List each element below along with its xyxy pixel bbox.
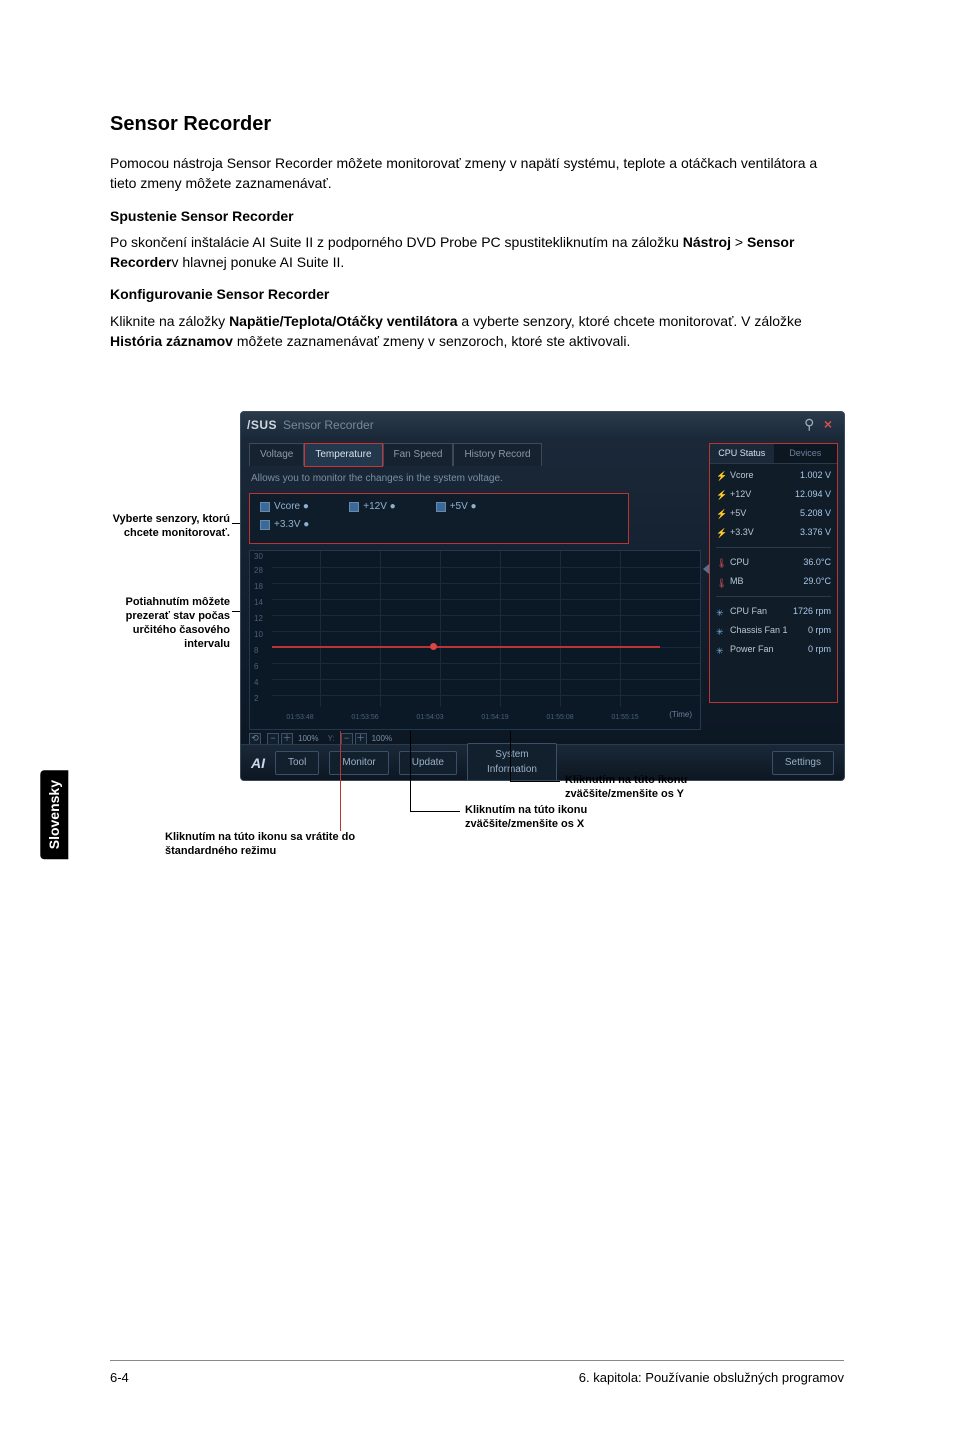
zoom-y-in-icon[interactable]: ＋ [355, 733, 367, 745]
status-tab-cpu[interactable]: CPU Status [710, 444, 774, 464]
launch-paragraph: Po skončení inštalácie AI Suite II z pod… [110, 232, 844, 273]
bolt-icon: ⚡ [716, 508, 726, 518]
bolt-icon: ⚡ [716, 489, 726, 499]
zoom-x-out-icon[interactable]: − [267, 733, 279, 745]
y-tick: 2 [254, 693, 258, 705]
chart-series-line [272, 646, 660, 648]
figure: Vyberte senzory, ktorú chcete monitorova… [110, 411, 845, 881]
x-tick: 01:54:03 [416, 713, 443, 723]
checkbox-vcore[interactable]: Vcore ● [260, 500, 309, 515]
zoom-x-in-icon[interactable]: ＋ [281, 733, 293, 745]
y-tick: 10 [254, 629, 263, 641]
x-tick: 01:53:56 [351, 713, 378, 723]
language-tab: Slovensky [40, 770, 68, 859]
collapse-arrow-icon[interactable] [703, 564, 709, 574]
y-tick: 12 [254, 613, 263, 625]
brand-logo: /SUS [247, 417, 277, 434]
status-row: ⚡+3.3V3.376 V [716, 526, 831, 539]
x-tick: 01:53:48 [286, 713, 313, 723]
status-row: ✳Chassis Fan 10 rpm [716, 624, 831, 637]
fan-icon: ✳ [716, 645, 726, 655]
x-tick: 01:54:19 [481, 713, 508, 723]
config-paragraph: Kliknite na záložky Napätie/Teplota/Otáč… [110, 311, 844, 352]
bolt-icon: ⚡ [716, 527, 726, 537]
chart-current-point [430, 643, 437, 650]
status-row: ✳CPU Fan1726 rpm [716, 605, 831, 618]
status-list: ⚡Vcore1.002 V ⚡+12V12.094 V ⚡+5V5.208 V … [710, 464, 837, 661]
ai-logo-icon: AI [251, 753, 265, 773]
status-row: 🌡CPU36.0°C [716, 556, 831, 569]
y-tick: 18 [254, 581, 263, 593]
chart-now-label: (Time) [669, 709, 692, 721]
status-row: ⚡+12V12.094 V [716, 488, 831, 501]
monitor-button[interactable]: Monitor [329, 751, 388, 776]
checkbox-12v[interactable]: +12V ● [349, 500, 395, 515]
x-tick: 01:55:08 [546, 713, 573, 723]
x-tick: 01:55:15 [611, 713, 638, 723]
sensor-chart[interactable]: 30 28 18 14 12 10 8 6 4 2 [249, 550, 701, 730]
config-heading: Konfigurovanie Sensor Recorder [110, 284, 844, 304]
status-row: ⚡Vcore1.002 V [716, 469, 831, 482]
y-tick: 28 [254, 565, 263, 577]
sensor-checkbox-group: Vcore ● +3.3V ● +12V ● +5V ● [249, 493, 629, 544]
zoom-y-out-icon[interactable]: − [341, 733, 353, 745]
zoom-y-value: 100% [369, 733, 395, 745]
status-row: ✳Power Fan0 rpm [716, 643, 831, 656]
update-button[interactable]: Update [399, 751, 457, 776]
callout-zoom-y: Kliknutím na túto ikonu zväčšite/zmenšit… [565, 774, 765, 802]
tab-strip: Voltage Temperature Fan Speed History Re… [249, 443, 701, 467]
checkbox-3v3[interactable]: +3.3V ● [260, 518, 309, 533]
pin-icon[interactable]: ⚲ [801, 416, 817, 432]
status-row: ⚡+5V5.208 V [716, 507, 831, 520]
sensor-recorder-window: /SUS Sensor Recorder ⚲ × Voltage Tempera… [240, 411, 845, 781]
zoom-x-value: 100% [295, 733, 321, 745]
y-tick: 30 [254, 551, 263, 563]
intro-paragraph: Pomocou nástroja Sensor Recorder môžete … [110, 153, 844, 194]
fan-icon: ✳ [716, 607, 726, 617]
tab-history-record[interactable]: History Record [453, 443, 541, 467]
y-tick: 4 [254, 677, 258, 689]
thermometer-icon: 🌡 [716, 557, 726, 567]
close-icon[interactable]: × [820, 416, 836, 432]
tab-voltage[interactable]: Voltage [249, 443, 304, 467]
tab-description: Allows you to monitor the changes in the… [251, 472, 701, 487]
launch-heading: Spustenie Sensor Recorder [110, 206, 844, 226]
status-row: 🌡MB29.0°C [716, 575, 831, 588]
thermometer-icon: 🌡 [716, 577, 726, 587]
callout-select-sensors: Vyberte senzory, ktorú chcete monitorova… [90, 513, 230, 541]
bolt-icon: ⚡ [716, 470, 726, 480]
system-info-button[interactable]: System Information [467, 743, 557, 781]
callout-reset-zoom: Kliknutím na túto ikonu sa vrátite do št… [165, 831, 405, 859]
chapter-name: 6. kapitola: Používanie obslužných progr… [579, 1369, 844, 1388]
status-panel: CPU Status Devices ⚡Vcore1.002 V ⚡+12V12… [709, 443, 838, 703]
y-tick: 14 [254, 597, 263, 609]
checkbox-5v[interactable]: +5V ● [436, 500, 477, 515]
page-number: 6-4 [110, 1369, 129, 1388]
settings-button[interactable]: Settings [772, 751, 834, 776]
callout-zoom-x: Kliknutím na túto ikonu zväčšite/zmenšit… [465, 804, 665, 832]
status-tab-devices[interactable]: Devices [774, 444, 838, 464]
page-footer: 6-4 6. kapitola: Používanie obslužných p… [110, 1360, 844, 1388]
callout-drag-interval: Potiahnutím môžete prezerať stav počas u… [90, 596, 230, 651]
y-tick: 8 [254, 645, 258, 657]
window-titlebar: /SUS Sensor Recorder ⚲ × [241, 412, 844, 436]
tab-fan-speed[interactable]: Fan Speed [383, 443, 454, 467]
window-title: Sensor Recorder [283, 417, 374, 434]
tool-button[interactable]: Tool [275, 751, 319, 776]
reset-zoom-icon[interactable]: ⟲ [249, 733, 261, 745]
y-tick: 6 [254, 661, 258, 673]
page-title: Sensor Recorder [110, 110, 844, 139]
tab-temperature[interactable]: Temperature [304, 443, 382, 468]
fan-icon: ✳ [716, 626, 726, 636]
